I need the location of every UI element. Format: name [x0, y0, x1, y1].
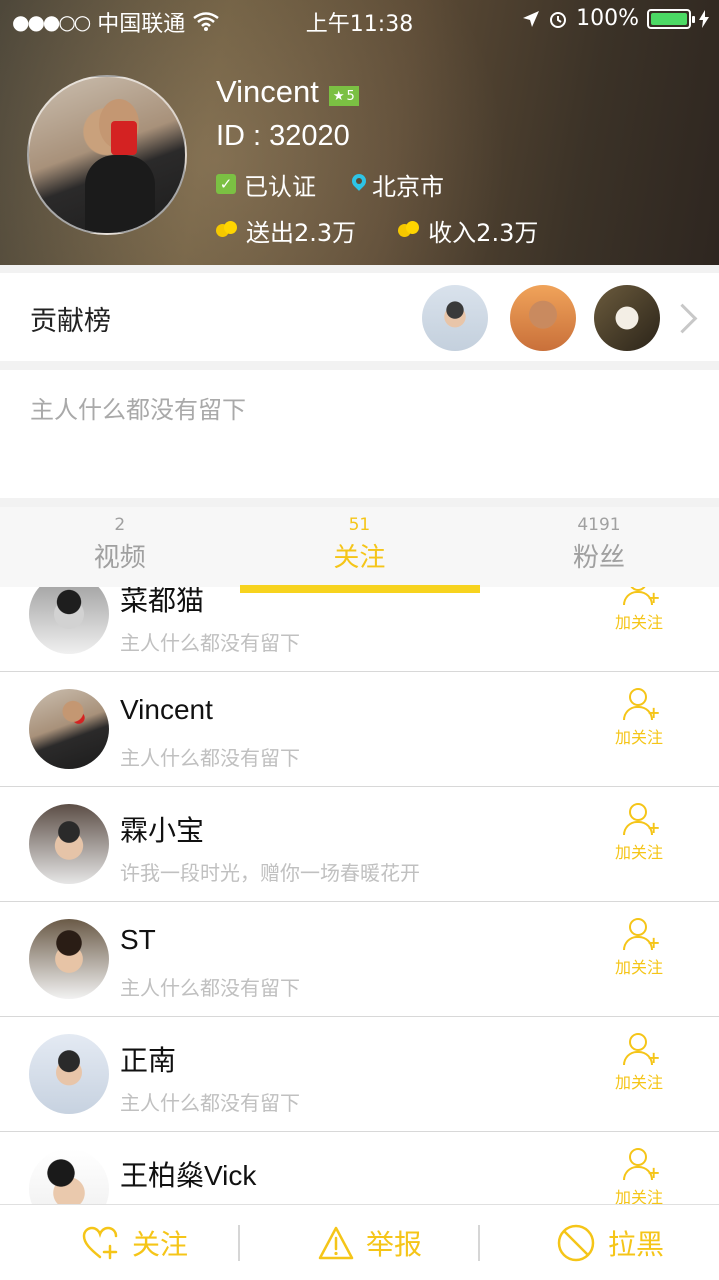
received-amount: 收入2.3万	[428, 218, 539, 247]
tab-label: 视频	[93, 543, 146, 573]
person-add-icon: +	[619, 803, 660, 837]
level-value: 5	[346, 88, 355, 104]
divider	[478, 1225, 480, 1261]
user-bio: 主人什么都没有留下	[120, 976, 300, 1000]
user-name: Vincent	[120, 694, 213, 725]
verified-label: 已认证	[244, 172, 316, 201]
follow-action-button[interactable]: 关注	[82, 1223, 188, 1263]
tab-label: 关注	[333, 543, 386, 573]
user-bio: 许我一段时光，赠你一场春暖花开	[120, 861, 420, 885]
battery-icon	[647, 8, 695, 29]
profile-tabs: 2 视频 51 关注 4191 粉丝	[0, 507, 719, 587]
contributor-avatar[interactable]	[422, 285, 488, 351]
following-list[interactable]: 菜都猫 主人什么都没有留下 + 加关注 Vincent 主人什么都没有留下 + …	[0, 587, 719, 1204]
follow-label: 加关注	[614, 958, 663, 977]
tab-count: 2	[114, 515, 126, 535]
report-button[interactable]: 举报	[318, 1223, 422, 1263]
follow-label: 加关注	[614, 1188, 663, 1204]
star-icon: ★	[332, 88, 345, 104]
tab-videos[interactable]: 2 视频	[0, 507, 240, 587]
divider	[0, 361, 719, 370]
person-add-icon: +	[619, 918, 660, 952]
follow-button[interactable]: + 加关注	[608, 803, 670, 863]
list-item[interactable]: 王柏燊Vick + 加关注	[0, 1132, 719, 1204]
user-name: 菜都猫	[120, 587, 205, 616]
alarm-icon	[550, 11, 567, 28]
bio-text: 主人什么都没有留下	[30, 396, 246, 424]
person-add-icon: +	[619, 1033, 660, 1067]
user-name: 正南	[120, 1045, 177, 1076]
follow-button[interactable]: + 加关注	[608, 918, 670, 978]
avatar[interactable]	[29, 689, 109, 769]
block-label: 拉黑	[608, 1228, 665, 1261]
contributor-avatar[interactable]	[510, 285, 576, 351]
battery-percent: 100%	[576, 6, 639, 31]
coin-icon	[216, 221, 238, 239]
person-add-icon: +	[619, 1148, 660, 1182]
person-add-icon: +	[619, 587, 660, 607]
list-item[interactable]: 菜都猫 主人什么都没有留下 + 加关注	[0, 587, 719, 672]
follow-button[interactable]: + 加关注	[608, 688, 670, 748]
location-arrow-icon	[523, 10, 540, 27]
tab-following[interactable]: 51 关注	[240, 507, 480, 587]
divider	[0, 265, 719, 273]
avatar[interactable]	[29, 919, 109, 999]
ban-icon	[556, 1223, 596, 1263]
follow-button[interactable]: + 加关注	[608, 1148, 670, 1204]
tab-count: 51	[348, 515, 371, 535]
contributor-avatar[interactable]	[594, 285, 660, 351]
bottom-action-bar: 关注 举报 拉黑	[0, 1204, 719, 1280]
chevron-right-icon[interactable]	[672, 303, 690, 333]
coin-icon	[398, 221, 420, 239]
contribution-board[interactable]: 贡献榜	[0, 273, 719, 361]
divider	[238, 1225, 240, 1261]
user-bio: 主人什么都没有留下	[120, 631, 300, 655]
status-bar: ●●●○○ 中国联通 上午11:38 100%	[0, 0, 719, 40]
user-name: 王柏燊Vick	[120, 1160, 257, 1191]
profile-name: Vincent	[216, 74, 319, 109]
warning-icon	[318, 1226, 354, 1260]
divider	[0, 498, 719, 507]
tab-label: 粉丝	[572, 543, 625, 573]
avatar[interactable]	[29, 1149, 109, 1204]
list-item[interactable]: 霖小宝 许我一段时光，赠你一场春暖花开 + 加关注	[0, 787, 719, 902]
report-label: 举报	[366, 1228, 423, 1261]
tab-indicator	[240, 585, 480, 593]
profile-bio: 主人什么都没有留下	[0, 370, 719, 498]
follow-button[interactable]: + 加关注	[608, 587, 670, 633]
status-right: 100%	[522, 6, 709, 31]
follow-button[interactable]: + 加关注	[608, 1033, 670, 1093]
tab-count: 4191	[577, 515, 621, 535]
profile-info: Vincent ★ 5 ID : 32020 ✓ 已认证 北京市 送出2.3万 …	[216, 72, 538, 250]
charging-icon	[699, 9, 709, 28]
profile-avatar[interactable]	[27, 75, 187, 235]
block-button[interactable]: 拉黑	[556, 1223, 664, 1263]
profile-header: ●●●○○ 中国联通 上午11:38 100% Vincent ★ 5 ID:…	[0, 0, 719, 265]
user-name: ST	[120, 924, 156, 955]
list-item[interactable]: Vincent 主人什么都没有留下 + 加关注	[0, 672, 719, 787]
user-bio: 主人什么都没有留下	[120, 1091, 300, 1115]
contribution-label: 贡献榜	[30, 306, 111, 337]
tab-fans[interactable]: 4191 粉丝	[479, 507, 719, 587]
location-pin-icon	[352, 174, 366, 194]
heart-plus-icon	[82, 1226, 120, 1260]
avatar[interactable]	[29, 804, 109, 884]
user-bio: 主人什么都没有留下	[120, 746, 300, 770]
person-add-icon: +	[619, 688, 660, 722]
list-item[interactable]: ST 主人什么都没有留下 + 加关注	[0, 902, 719, 1017]
user-name: 霖小宝	[120, 815, 205, 846]
follow-label: 加关注	[614, 613, 663, 632]
sent-amount: 送出2.3万	[246, 218, 357, 247]
verified-check-icon: ✓	[216, 174, 236, 194]
follow-label: 加关注	[614, 843, 663, 862]
avatar[interactable]	[29, 1034, 109, 1114]
follow-label: 加关注	[614, 728, 663, 747]
city-label: 北京市	[372, 172, 444, 201]
profile-id: ID : 32020	[216, 120, 350, 152]
follow-action-label: 关注	[132, 1228, 189, 1261]
follow-label: 加关注	[614, 1073, 663, 1092]
level-badge: ★ 5	[328, 86, 359, 106]
avatar[interactable]	[29, 587, 109, 654]
list-item[interactable]: 正南 主人什么都没有留下 + 加关注	[0, 1017, 719, 1132]
